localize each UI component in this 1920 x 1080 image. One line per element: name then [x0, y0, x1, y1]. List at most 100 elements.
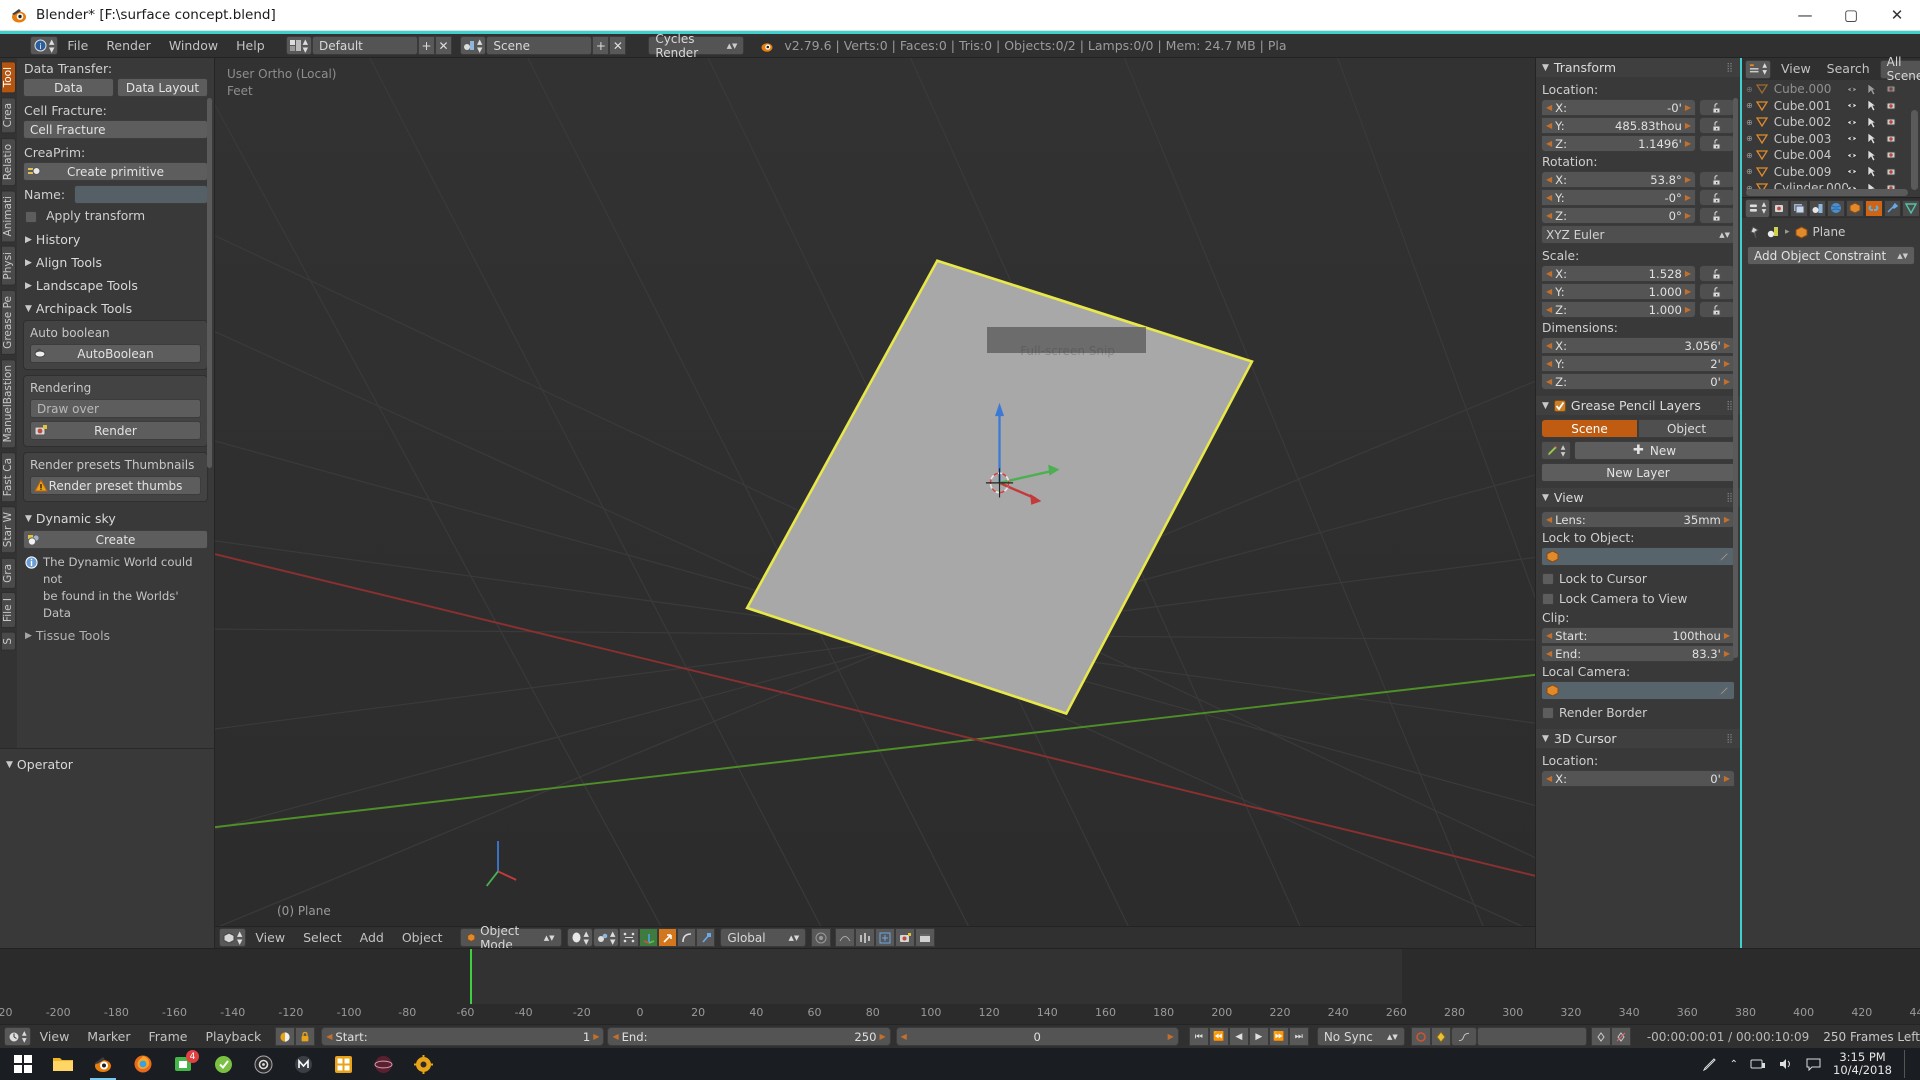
scale-manipulator-button[interactable] [696, 928, 716, 947]
delete-screen-layout-button[interactable]: ✕ [435, 36, 453, 55]
settings-button[interactable] [404, 1048, 442, 1080]
pivot-point-selector[interactable]: ▲ ▼ [592, 928, 620, 947]
rotation-z-field[interactable]: ◀ Z: 0° ▶ [1541, 207, 1696, 224]
add-scene-button[interactable]: + [592, 36, 610, 55]
arrow-left-icon[interactable]: ◀ [1546, 649, 1552, 658]
timeline-menu-playback[interactable]: Playback [196, 1027, 270, 1047]
outliner-display-mode-dropdown[interactable]: All Scenes [1879, 55, 1920, 83]
expand-icon[interactable]: ⊕ [1746, 118, 1753, 127]
outliner-row[interactable]: ⊕ Cube.001 [1742, 98, 1920, 115]
gp-brush-selector[interactable]: ▲ ▼ [1541, 441, 1571, 460]
gp-new-button[interactable]: ✚ New [1574, 441, 1735, 460]
rotation-z-lock-button[interactable] [1699, 207, 1735, 224]
window-minimize-button[interactable]: — [1782, 0, 1828, 31]
viewport-menu-view[interactable]: View [246, 928, 294, 948]
arrow-right-icon[interactable]: ▶ [1685, 305, 1691, 314]
proportional-edit-toggle[interactable] [811, 928, 832, 947]
timeline-playhead[interactable] [470, 949, 473, 1004]
name-input[interactable] [74, 184, 208, 204]
expand-icon[interactable]: ⊕ [1746, 85, 1753, 94]
arrow-right-icon[interactable]: ▶ [1168, 1032, 1174, 1041]
play-button[interactable]: ▶ [1248, 1027, 1269, 1046]
panel-dynamic-sky[interactable]: ▼ Dynamic sky [23, 507, 208, 530]
arrow-left-icon[interactable]: ◀ [901, 1032, 907, 1041]
cursor-x-field[interactable]: ◀ X: 0' ▶ [1541, 770, 1735, 787]
location-z-lock-button[interactable] [1699, 135, 1735, 152]
tool-shelf-tab-file-i[interactable]: File I [1, 592, 16, 629]
keyframe-type-button[interactable] [1430, 1027, 1451, 1046]
add-screen-layout-button[interactable]: + [418, 36, 436, 55]
render-border-row[interactable]: Render Border [1536, 703, 1740, 723]
scale-x-lock-button[interactable] [1699, 265, 1735, 282]
tool-shelf-tab-grease-pe[interactable]: Grease Pe [1, 289, 16, 355]
panel-3d-cursor-header[interactable]: ▼ 3D Cursor ⣿ [1536, 729, 1740, 748]
taskbar-clock[interactable]: 3:15 PM 10/4/2018 [1833, 1051, 1892, 1077]
jump-to-prev-keyframe-button[interactable]: ⏪ [1208, 1027, 1229, 1046]
outliner-row[interactable]: ⊕ Cube.003 [1742, 131, 1920, 148]
tool-shelf-scrollbar[interactable] [207, 98, 212, 468]
tool-shelf-tab-gra[interactable]: Gra [1, 557, 16, 589]
autoboolean-button[interactable]: AutoBoolean [30, 344, 201, 363]
arrow-right-icon[interactable]: ▶ [1724, 515, 1730, 524]
location-x-lock-button[interactable] [1699, 99, 1735, 116]
delete-scene-button[interactable]: ✕ [609, 36, 627, 55]
create-primitive-button[interactable]: Create primitive [23, 162, 208, 181]
tab-render[interactable] [1771, 199, 1789, 217]
add-scene-layer-button[interactable] [875, 928, 896, 947]
panel-tissue-tools[interactable]: ▶ Tissue Tools [23, 624, 208, 647]
volume-tray-icon[interactable] [1778, 1057, 1794, 1071]
scene-dropdown[interactable]: Scene [486, 36, 593, 55]
lock-to-object-field[interactable] [1541, 547, 1735, 566]
arrow-right-icon[interactable]: ▶ [593, 1032, 599, 1041]
outliner-tree[interactable]: ⊕ Cube.000 ⊕ Cube.001 ⊕ Cube.002 ⊕ Cube.… [1742, 80, 1920, 197]
arrow-left-icon[interactable]: ◀ [1546, 631, 1552, 640]
scale-y-field[interactable]: ◀ Y: 1.000 ▶ [1541, 283, 1696, 300]
panel-grease-pencil-header[interactable]: ▼ Grease Pencil Layers ⣿ [1536, 396, 1740, 415]
arrow-right-icon[interactable]: ▶ [1685, 193, 1691, 202]
viewport-menu-add[interactable]: Add [351, 928, 393, 948]
render-button[interactable]: Render [30, 421, 201, 440]
tab-scene[interactable] [1808, 199, 1827, 217]
rotate-manipulator-button[interactable] [677, 928, 697, 947]
draw-over-dropdown[interactable]: Draw over [30, 399, 201, 418]
tool-shelf-tab-animati[interactable]: Animati [1, 189, 16, 243]
arrow-left-icon[interactable]: ◀ [612, 1032, 618, 1041]
panel-transform-header[interactable]: ▼ Transform ⣿ [1536, 58, 1740, 77]
arrow-left-icon[interactable]: ◀ [1546, 774, 1552, 783]
jump-to-start-button[interactable]: ⏮ [1188, 1027, 1209, 1046]
viewport-render-animation-button[interactable] [915, 928, 936, 947]
arrow-right-icon[interactable]: ▶ [1685, 139, 1691, 148]
viewport-menu-object[interactable]: Object [393, 928, 452, 948]
local-camera-field[interactable] [1541, 681, 1735, 700]
lock-camera-to-view-row[interactable]: Lock Camera to View [1536, 589, 1740, 609]
tab-object-constraints[interactable] [1864, 199, 1883, 217]
arrow-right-icon[interactable]: ▶ [1724, 649, 1730, 658]
lock-camera-to-view-checkbox[interactable] [1542, 593, 1554, 605]
frame-start-field[interactable]: ◀ Start: 1 ▶ [321, 1027, 605, 1046]
window-close-button[interactable]: ✕ [1874, 0, 1920, 31]
viewport-render-button[interactable] [895, 928, 916, 947]
gp-new-layer-button[interactable]: New Layer [1541, 463, 1735, 482]
current-frame-field[interactable]: ◀ 0 ▶ [895, 1027, 1179, 1046]
screen-layout-icon[interactable]: ▲ ▼ [285, 36, 313, 55]
scale-z-lock-button[interactable] [1699, 301, 1735, 318]
3d-viewport[interactable]: User Ortho (Local) Feet (0) Plane Full-s… [215, 58, 1535, 926]
n-panel-scrollbar[interactable] [1733, 98, 1738, 658]
arrow-right-icon[interactable]: ▶ [1685, 287, 1691, 296]
show-desktop-button[interactable] [1904, 1050, 1910, 1078]
data-button[interactable]: Data [23, 78, 114, 97]
translate-manipulator-button[interactable] [658, 928, 678, 947]
pen-tray-icon[interactable] [1702, 1056, 1718, 1072]
timeline-track[interactable] [0, 949, 1920, 1004]
dimensions-z-field[interactable]: ◀ Z: 0' ▶ [1541, 373, 1735, 390]
apply-transform-checkbox[interactable] [25, 210, 37, 223]
manipulator-toggle[interactable] [639, 928, 659, 947]
scale-x-field[interactable]: ◀ X: 1.528 ▶ [1541, 265, 1696, 282]
location-y-lock-button[interactable] [1699, 117, 1735, 134]
panel-archipack-tools[interactable]: ▼ Archipack Tools [23, 297, 208, 320]
add-object-constraint-button[interactable]: Add Object Constraint ▲▼ [1747, 246, 1915, 265]
tool-shelf-tab-s[interactable]: S [1, 632, 16, 652]
data-layout-button[interactable]: Data Layout [117, 78, 208, 97]
render-engine-dropdown[interactable]: Cycles Render ▲▼ [648, 32, 745, 60]
arrow-left-icon[interactable]: ◀ [326, 1032, 332, 1041]
